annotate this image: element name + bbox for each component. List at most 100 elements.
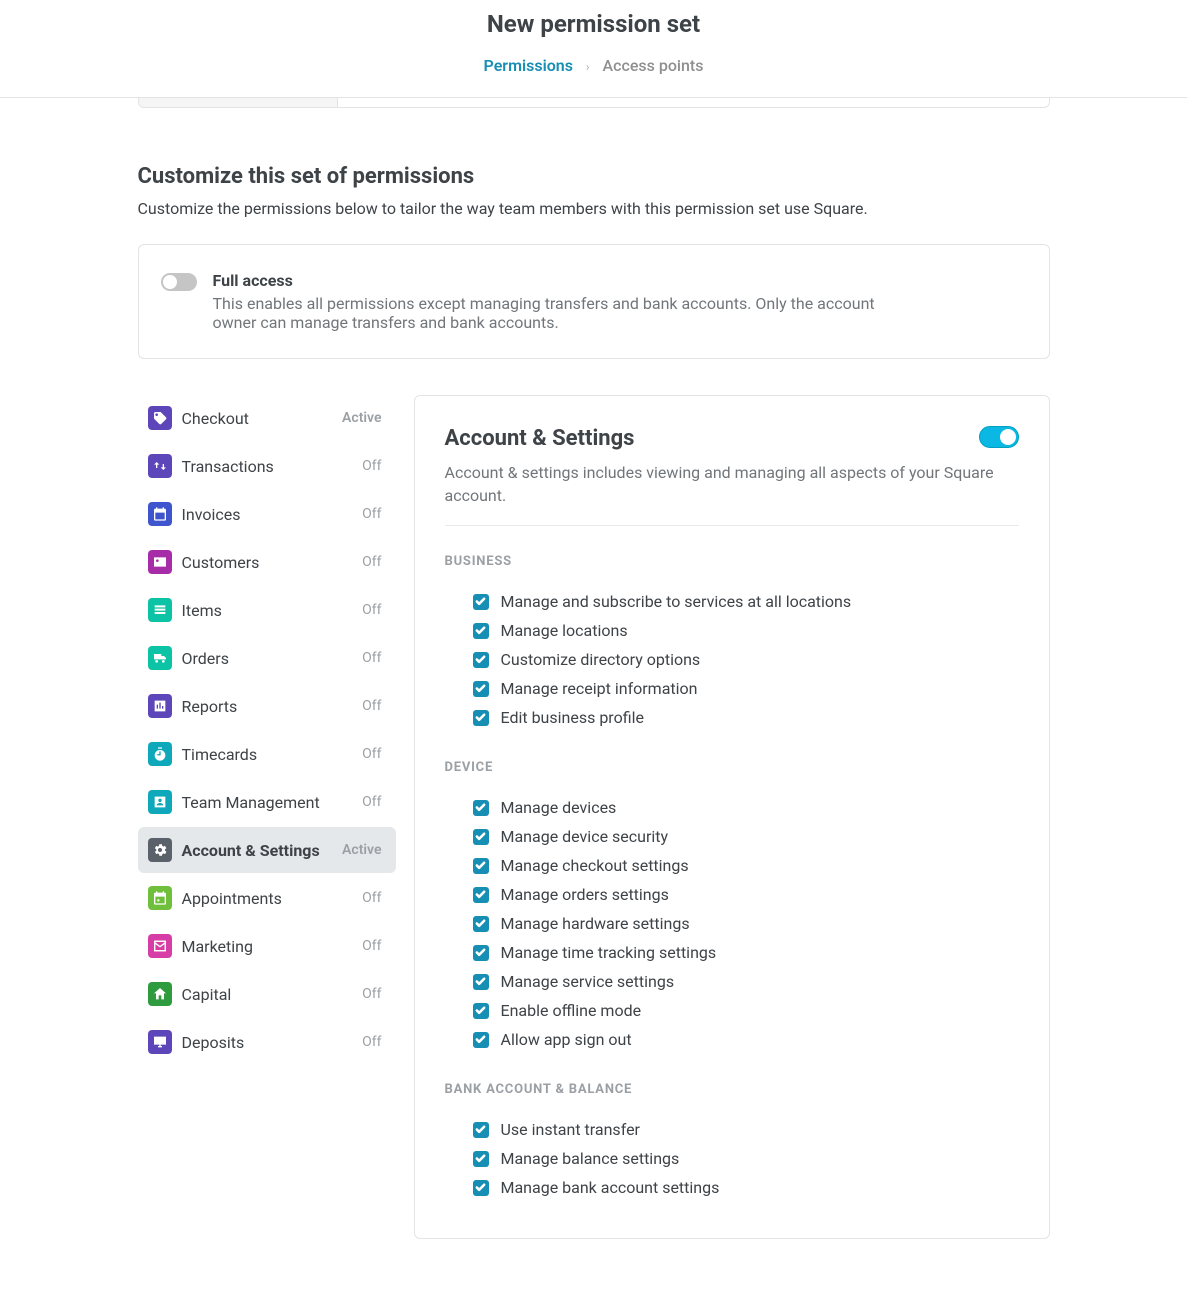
perm-checkbox[interactable] bbox=[473, 1122, 489, 1138]
perm-row: Manage orders settings bbox=[445, 880, 1019, 909]
sidebar-item-status: Off bbox=[362, 602, 381, 618]
perm-group: BusinessManage and subscribe to services… bbox=[445, 554, 1019, 732]
sidebar-item-customers[interactable]: CustomersOff bbox=[138, 539, 396, 585]
monitor-icon bbox=[148, 1030, 172, 1054]
perm-label: Manage bank account settings bbox=[501, 1178, 720, 1197]
sidebar-item-reports[interactable]: ReportsOff bbox=[138, 683, 396, 729]
perm-group: DeviceManage devicesManage device securi… bbox=[445, 760, 1019, 1054]
perm-checkbox[interactable] bbox=[473, 710, 489, 726]
page-header: New permission set Permissions › Access … bbox=[0, 0, 1187, 98]
sidebar-item-invoices[interactable]: Invoices Off bbox=[138, 491, 396, 537]
full-access-toggle[interactable] bbox=[161, 273, 197, 291]
sidebar-item-items[interactable]: Items Off bbox=[138, 587, 396, 633]
sidebar-item-label: Transactions bbox=[182, 457, 353, 476]
sidebar-item-orders[interactable]: OrdersOff bbox=[138, 635, 396, 681]
perm-checkbox[interactable] bbox=[473, 974, 489, 990]
perm-row: Manage receipt information bbox=[445, 674, 1019, 703]
perm-checkbox[interactable] bbox=[473, 1003, 489, 1019]
sidebar-item-status: Active bbox=[342, 842, 381, 858]
sidebar-item-timecards[interactable]: TimecardsOff bbox=[138, 731, 396, 777]
perm-row: Enable offline mode bbox=[445, 996, 1019, 1025]
sidebar-item-label: Marketing bbox=[182, 937, 353, 956]
detail-toggle[interactable] bbox=[979, 426, 1019, 448]
perm-label: Manage and subscribe to services at all … bbox=[501, 592, 852, 611]
perm-label: Manage device security bbox=[501, 827, 669, 846]
permission-detail-panel: Account & Settings Account & settings in… bbox=[414, 395, 1050, 1239]
swap-icon bbox=[148, 454, 172, 478]
perm-label: Use instant transfer bbox=[501, 1120, 640, 1139]
full-access-card: Full access This enables all permissions… bbox=[138, 244, 1050, 359]
sidebar-item-label: Invoices bbox=[182, 505, 353, 524]
sidebar-item-label: Items bbox=[182, 601, 353, 620]
perm-checkbox[interactable] bbox=[473, 681, 489, 697]
tab-bar: Permissions › Access points bbox=[0, 56, 1187, 75]
perm-row: Manage balance settings bbox=[445, 1144, 1019, 1173]
timer-icon bbox=[148, 742, 172, 766]
sidebar-item-marketing[interactable]: Marketing Off bbox=[138, 923, 396, 969]
gear-icon bbox=[148, 838, 172, 862]
sidebar-item-status: Off bbox=[362, 794, 381, 810]
sidebar-item-capital[interactable]: CapitalOff bbox=[138, 971, 396, 1017]
sidebar-item-checkout[interactable]: Checkout Active bbox=[138, 395, 396, 441]
perm-checkbox[interactable] bbox=[473, 858, 489, 874]
tag-icon bbox=[148, 406, 172, 430]
permission-sidebar: Checkout Active Transactions Off Invoices Off… bbox=[138, 395, 396, 1067]
home-icon bbox=[148, 982, 172, 1006]
truck-icon bbox=[148, 646, 172, 670]
perm-checkbox[interactable] bbox=[473, 1151, 489, 1167]
crumb-access-points[interactable]: Access points bbox=[603, 56, 704, 75]
perm-label: Manage orders settings bbox=[501, 885, 669, 904]
crumb-permissions[interactable]: Permissions bbox=[484, 56, 573, 75]
sidebar-item-label: Appointments bbox=[182, 889, 353, 908]
sidebar-item-status: Off bbox=[362, 698, 381, 714]
perm-checkbox[interactable] bbox=[473, 1032, 489, 1048]
perm-label: Manage hardware settings bbox=[501, 914, 690, 933]
calendar-icon bbox=[148, 502, 172, 526]
full-access-title: Full access bbox=[213, 271, 893, 290]
detail-desc: Account & settings includes viewing and … bbox=[445, 461, 1019, 507]
detail-title: Account & Settings bbox=[445, 426, 635, 451]
perm-label: Allow app sign out bbox=[501, 1030, 632, 1049]
sidebar-item-label: Checkout bbox=[182, 409, 333, 428]
sidebar-item-deposits[interactable]: Deposits Off bbox=[138, 1019, 396, 1065]
perm-checkbox[interactable] bbox=[473, 652, 489, 668]
perm-checkbox[interactable] bbox=[473, 945, 489, 961]
sidebar-item-team-management[interactable]: Team ManagementOff bbox=[138, 779, 396, 825]
sidebar-item-label: Capital bbox=[182, 985, 353, 1004]
perm-group-title: Device bbox=[445, 760, 1019, 775]
perm-checkbox[interactable] bbox=[473, 594, 489, 610]
perm-checkbox[interactable] bbox=[473, 829, 489, 845]
sidebar-item-status: Off bbox=[362, 506, 381, 522]
perm-row: Manage and subscribe to services at all … bbox=[445, 587, 1019, 616]
perm-checkbox[interactable] bbox=[473, 1180, 489, 1196]
perm-row: Manage bank account settings bbox=[445, 1173, 1019, 1202]
divider bbox=[445, 525, 1019, 526]
sidebar-item-transactions[interactable]: Transactions Off bbox=[138, 443, 396, 489]
perm-row: Allow app sign out bbox=[445, 1025, 1019, 1054]
mail-icon bbox=[148, 934, 172, 958]
sidebar-item-label: Deposits bbox=[182, 1033, 353, 1052]
perm-row: Use instant transfer bbox=[445, 1115, 1019, 1144]
perm-label: Manage locations bbox=[501, 621, 628, 640]
perm-row: Manage locations bbox=[445, 616, 1019, 645]
sidebar-item-account-settings[interactable]: Account & SettingsActive bbox=[138, 827, 396, 873]
perm-checkbox[interactable] bbox=[473, 887, 489, 903]
sidebar-item-status: Off bbox=[362, 938, 381, 954]
perm-row: Edit business profile bbox=[445, 703, 1019, 732]
perm-label: Manage balance settings bbox=[501, 1149, 680, 1168]
sidebar-item-status: Off bbox=[362, 1034, 381, 1050]
sidebar-item-status: Active bbox=[342, 410, 381, 426]
perm-checkbox[interactable] bbox=[473, 623, 489, 639]
sidebar-item-status: Off bbox=[362, 890, 381, 906]
perm-label: Enable offline mode bbox=[501, 1001, 642, 1020]
perm-label: Manage checkout settings bbox=[501, 856, 689, 875]
list-icon bbox=[148, 598, 172, 622]
chart-icon bbox=[148, 694, 172, 718]
chevron-right-icon: › bbox=[586, 60, 590, 74]
perm-label: Manage receipt information bbox=[501, 679, 698, 698]
sidebar-item-appointments[interactable]: Appointments Off bbox=[138, 875, 396, 921]
perm-checkbox[interactable] bbox=[473, 800, 489, 816]
sidebar-item-status: Off bbox=[362, 458, 381, 474]
sidebar-item-status: Off bbox=[362, 746, 381, 762]
perm-checkbox[interactable] bbox=[473, 916, 489, 932]
